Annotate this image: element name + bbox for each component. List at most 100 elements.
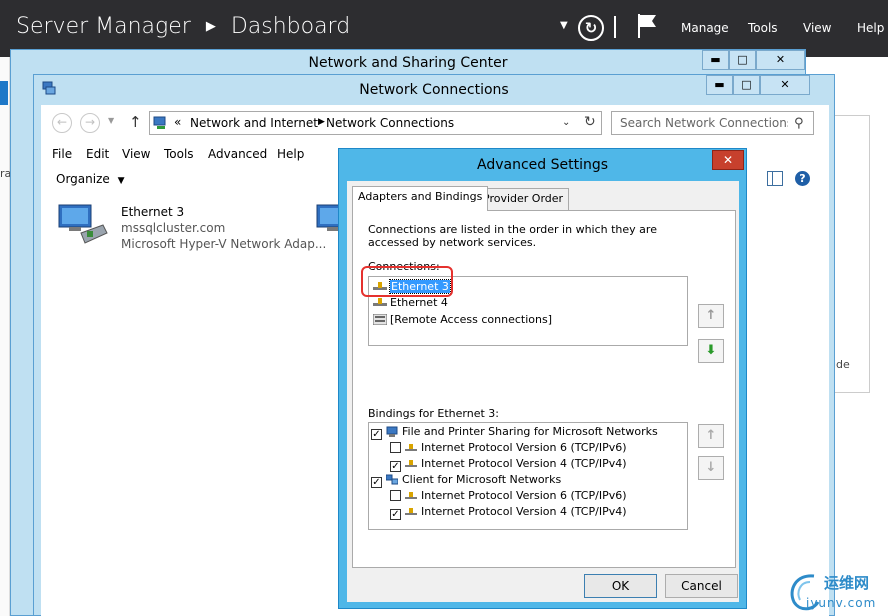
network-folder-icon bbox=[153, 116, 166, 129]
notifications-flag-icon[interactable] bbox=[636, 13, 658, 39]
move-connection-up-button[interactable]: ↑ bbox=[698, 304, 724, 328]
binding-label: Internet Protocol Version 4 (TCP/IPv4) bbox=[421, 457, 627, 470]
list-item-selected[interactable]: Ethernet 3 bbox=[373, 279, 451, 295]
list-item[interactable]: [Remote Access connections] bbox=[373, 312, 552, 328]
address-dropdown-icon[interactable]: ⌄ bbox=[562, 117, 570, 128]
menu-tools[interactable]: Tools bbox=[748, 21, 778, 35]
connection-label: Ethernet 3 bbox=[389, 279, 451, 294]
bindings-tree[interactable]: ✓ File and Printer Sharing for Microsoft … bbox=[368, 422, 688, 530]
maximize-button[interactable]: □ bbox=[729, 50, 756, 70]
dialog-title: Advanced Settings bbox=[476, 157, 609, 173]
minimize-button[interactable]: ▬ bbox=[706, 75, 733, 95]
close-button[interactable]: ✕ bbox=[760, 75, 810, 95]
preview-pane-icon[interactable] bbox=[767, 171, 783, 186]
binding-checkbox[interactable]: ✓ bbox=[390, 509, 401, 520]
watermark-url: iyunv.com bbox=[806, 596, 877, 610]
watermark-chinese-text: 运维网 bbox=[824, 574, 870, 592]
ok-button[interactable]: OK bbox=[584, 574, 657, 598]
navigation-dropdown-icon[interactable]: ▼ bbox=[560, 20, 568, 31]
binding-ipv6[interactable]: Internet Protocol Version 6 (TCP/IPv6) bbox=[390, 488, 627, 504]
binding-client-for-microsoft-networks[interactable]: ✓ Client for Microsoft Networks bbox=[371, 472, 561, 488]
move-connection-down-button[interactable]: ⬇ bbox=[698, 339, 724, 363]
app-title: Server Manager bbox=[16, 14, 191, 39]
chevron-down-icon: ▼ bbox=[117, 176, 125, 186]
help-icon[interactable]: ? bbox=[795, 171, 810, 186]
file-sharing-service-icon bbox=[386, 426, 398, 437]
protocol-icon bbox=[405, 460, 417, 467]
binding-checkbox[interactable]: ✓ bbox=[390, 461, 401, 472]
protocol-icon bbox=[405, 492, 417, 499]
menu-manage[interactable]: Manage bbox=[681, 21, 729, 35]
binding-label: File and Printer Sharing for Microsoft N… bbox=[402, 425, 658, 438]
recent-locations-chevron-icon[interactable]: ▼ bbox=[108, 116, 114, 125]
breadcrumb-chevron-icon[interactable]: ▶ bbox=[318, 117, 325, 127]
adapter-name: Ethernet 3 bbox=[121, 205, 185, 219]
minimize-button[interactable]: ▬ bbox=[702, 50, 729, 70]
sidebar-selected-item[interactable] bbox=[0, 81, 8, 105]
tab-adapters-and-bindings[interactable]: Adapters and Bindings bbox=[352, 186, 489, 211]
adapter-description: Microsoft Hyper-V Network Adap... bbox=[121, 237, 327, 251]
breadcrumb-network-and-internet[interactable]: Network and Internet bbox=[190, 116, 318, 130]
connection-label: Ethernet 4 bbox=[390, 296, 448, 309]
close-button[interactable]: ✕ bbox=[756, 50, 805, 70]
binding-checkbox[interactable] bbox=[390, 490, 401, 501]
tab-page-adapters-and-bindings: Connections are listed in the order in w… bbox=[352, 210, 736, 568]
binding-ipv6[interactable]: Internet Protocol Version 6 (TCP/IPv6) bbox=[390, 440, 627, 456]
window-title: Network and Sharing Center bbox=[308, 55, 508, 71]
protocol-icon bbox=[405, 444, 417, 451]
maximize-button[interactable]: □ bbox=[733, 75, 760, 95]
menu-tools[interactable]: Tools bbox=[164, 147, 194, 161]
connections-list[interactable]: Ethernet 3 Ethernet 4 [Remote Access con… bbox=[368, 276, 688, 346]
binding-checkbox[interactable] bbox=[390, 442, 401, 453]
up-button[interactable]: ↑ bbox=[129, 113, 142, 131]
bindings-label: Bindings for Ethernet 3: bbox=[368, 407, 500, 420]
breadcrumb-network-connections[interactable]: Network Connections bbox=[326, 116, 454, 130]
move-binding-up-button[interactable]: ↑ bbox=[698, 424, 724, 448]
menu-help[interactable]: Help bbox=[857, 21, 884, 35]
server-manager-breadcrumb: Server Manager ▶ Dashboard bbox=[16, 14, 350, 39]
address-bar[interactable]: « Network and Internet ▶ Network Connect… bbox=[149, 111, 602, 135]
binding-label: Internet Protocol Version 6 (TCP/IPv6) bbox=[421, 489, 627, 502]
menu-advanced[interactable]: Advanced bbox=[208, 147, 267, 161]
protocol-icon bbox=[405, 508, 417, 515]
binding-label: Internet Protocol Version 6 (TCP/IPv6) bbox=[421, 441, 627, 454]
search-icon[interactable]: ⚲ bbox=[794, 116, 804, 131]
network-cable-icon bbox=[373, 282, 387, 290]
connection-label: [Remote Access connections] bbox=[390, 313, 553, 326]
binding-ipv4[interactable]: ✓ Internet Protocol Version 4 (TCP/IPv4) bbox=[390, 456, 627, 472]
tab-provider-order[interactable]: Provider Order bbox=[477, 188, 570, 210]
binding-label: Internet Protocol Version 4 (TCP/IPv4) bbox=[421, 505, 627, 518]
refresh-icon[interactable]: ↻ bbox=[578, 15, 604, 41]
cancel-button[interactable]: Cancel bbox=[665, 574, 738, 598]
remote-access-icon bbox=[373, 314, 387, 325]
network-cable-icon bbox=[373, 298, 387, 306]
address-overflow-marker[interactable]: « bbox=[174, 115, 181, 129]
close-button[interactable]: ✕ bbox=[712, 150, 744, 170]
organize-label: Organize bbox=[56, 172, 110, 186]
organize-button[interactable]: Organize ▼ bbox=[56, 172, 125, 186]
menu-edit[interactable]: Edit bbox=[86, 147, 109, 161]
menu-help[interactable]: Help bbox=[277, 147, 304, 161]
client-service-icon bbox=[386, 474, 398, 485]
back-button[interactable]: ← bbox=[52, 113, 72, 133]
breadcrumb-separator-icon: ▶ bbox=[205, 19, 216, 34]
dialog-client-area: Adapters and Bindings Provider Order Con… bbox=[347, 181, 739, 602]
menu-view[interactable]: View bbox=[122, 147, 150, 161]
binding-checkbox[interactable]: ✓ bbox=[371, 477, 382, 488]
binding-checkbox[interactable]: ✓ bbox=[371, 429, 382, 440]
search-input[interactable] bbox=[612, 112, 788, 134]
toolbar-divider bbox=[614, 16, 616, 38]
forward-button[interactable]: → bbox=[80, 113, 100, 133]
server-manager-sidebar: ra bbox=[0, 57, 11, 616]
binding-ipv4[interactable]: ✓ Internet Protocol Version 4 (TCP/IPv4) bbox=[390, 504, 627, 520]
menu-view[interactable]: View bbox=[803, 21, 831, 35]
refresh-icon[interactable]: ↻ bbox=[584, 114, 596, 130]
menu-file[interactable]: File bbox=[52, 147, 72, 161]
binding-file-printer-sharing[interactable]: ✓ File and Printer Sharing for Microsoft … bbox=[371, 424, 658, 440]
advanced-settings-dialog: Advanced Settings ✕ Adapters and Binding… bbox=[338, 148, 747, 609]
search-box: ⚲ bbox=[611, 111, 814, 135]
connections-description: Connections are listed in the order in w… bbox=[368, 223, 657, 249]
move-binding-down-button[interactable]: ↓ bbox=[698, 456, 724, 480]
list-item[interactable]: Ethernet 4 bbox=[373, 295, 448, 311]
watermark: 运维网 iyunv.com bbox=[784, 566, 888, 616]
